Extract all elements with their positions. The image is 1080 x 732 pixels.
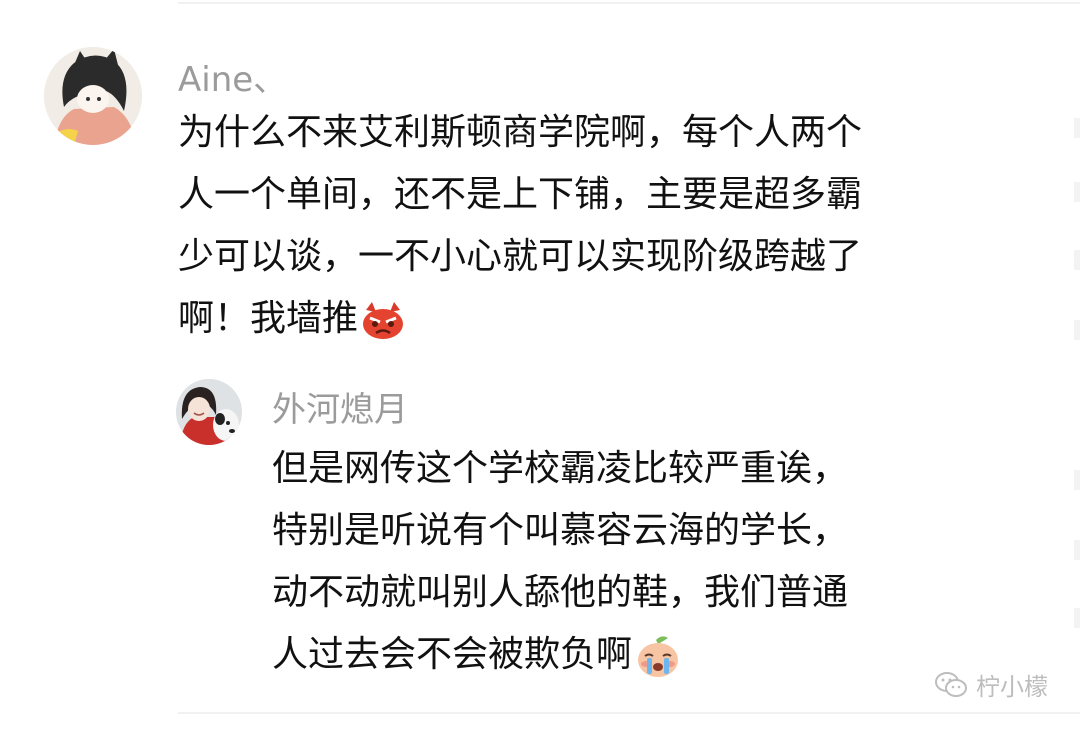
comment-line: 啊！我墙推 bbox=[178, 298, 359, 339]
side-indicator bbox=[1074, 608, 1080, 628]
crying-peach-icon bbox=[634, 634, 682, 678]
watermark-text: 柠小檬 bbox=[976, 673, 1048, 701]
reply-avatar[interactable] bbox=[176, 379, 242, 445]
angry-devil-icon bbox=[360, 300, 406, 340]
comment-line: 少可以谈，一不小心就可以实现阶级跨越了 bbox=[178, 236, 863, 277]
side-indicator bbox=[1074, 182, 1080, 202]
reply-username[interactable]: 外河熄月 bbox=[272, 382, 408, 431]
comment-line: 人一个单间，还不是上下铺，主要是超多霸 bbox=[178, 174, 863, 215]
wechat-icon bbox=[934, 670, 968, 700]
side-indicator bbox=[1074, 470, 1080, 490]
comment-username[interactable]: Aine、 bbox=[178, 52, 287, 101]
top-divider bbox=[178, 2, 1080, 4]
watermark: 柠小檬 bbox=[934, 667, 1048, 702]
reply-text: 但是网传这个学校霸凌比较严重诶， 特别是听说有个叫慕容云海的学长， 动不动就叫别… bbox=[272, 438, 972, 686]
reply-line: 特别是听说有个叫慕容云海的学长， bbox=[272, 510, 849, 551]
reply-line: 但是网传这个学校霸凌比较严重诶， bbox=[272, 448, 849, 489]
reply-line: 动不动就叫别人舔他的鞋，我们普通 bbox=[272, 572, 849, 613]
side-indicator bbox=[1074, 320, 1080, 340]
bottom-divider bbox=[178, 712, 1080, 714]
comment-line: 为什么不来艾利斯顿商学院啊，每个人两个 bbox=[178, 112, 863, 153]
comment-text: 为什么不来艾利斯顿商学院啊，每个人两个 人一个单间，还不是上下铺，主要是超多霸 … bbox=[178, 102, 938, 350]
side-indicator bbox=[1074, 540, 1080, 560]
comment-last-line: 啊！我墙推 bbox=[178, 288, 938, 350]
reply-last-line: 人过去会不会被欺负啊 bbox=[272, 624, 972, 686]
reply-line: 人过去会不会被欺负啊 bbox=[272, 634, 633, 675]
avatar[interactable] bbox=[44, 47, 142, 145]
side-indicator bbox=[1074, 250, 1080, 270]
side-indicator bbox=[1074, 118, 1080, 138]
